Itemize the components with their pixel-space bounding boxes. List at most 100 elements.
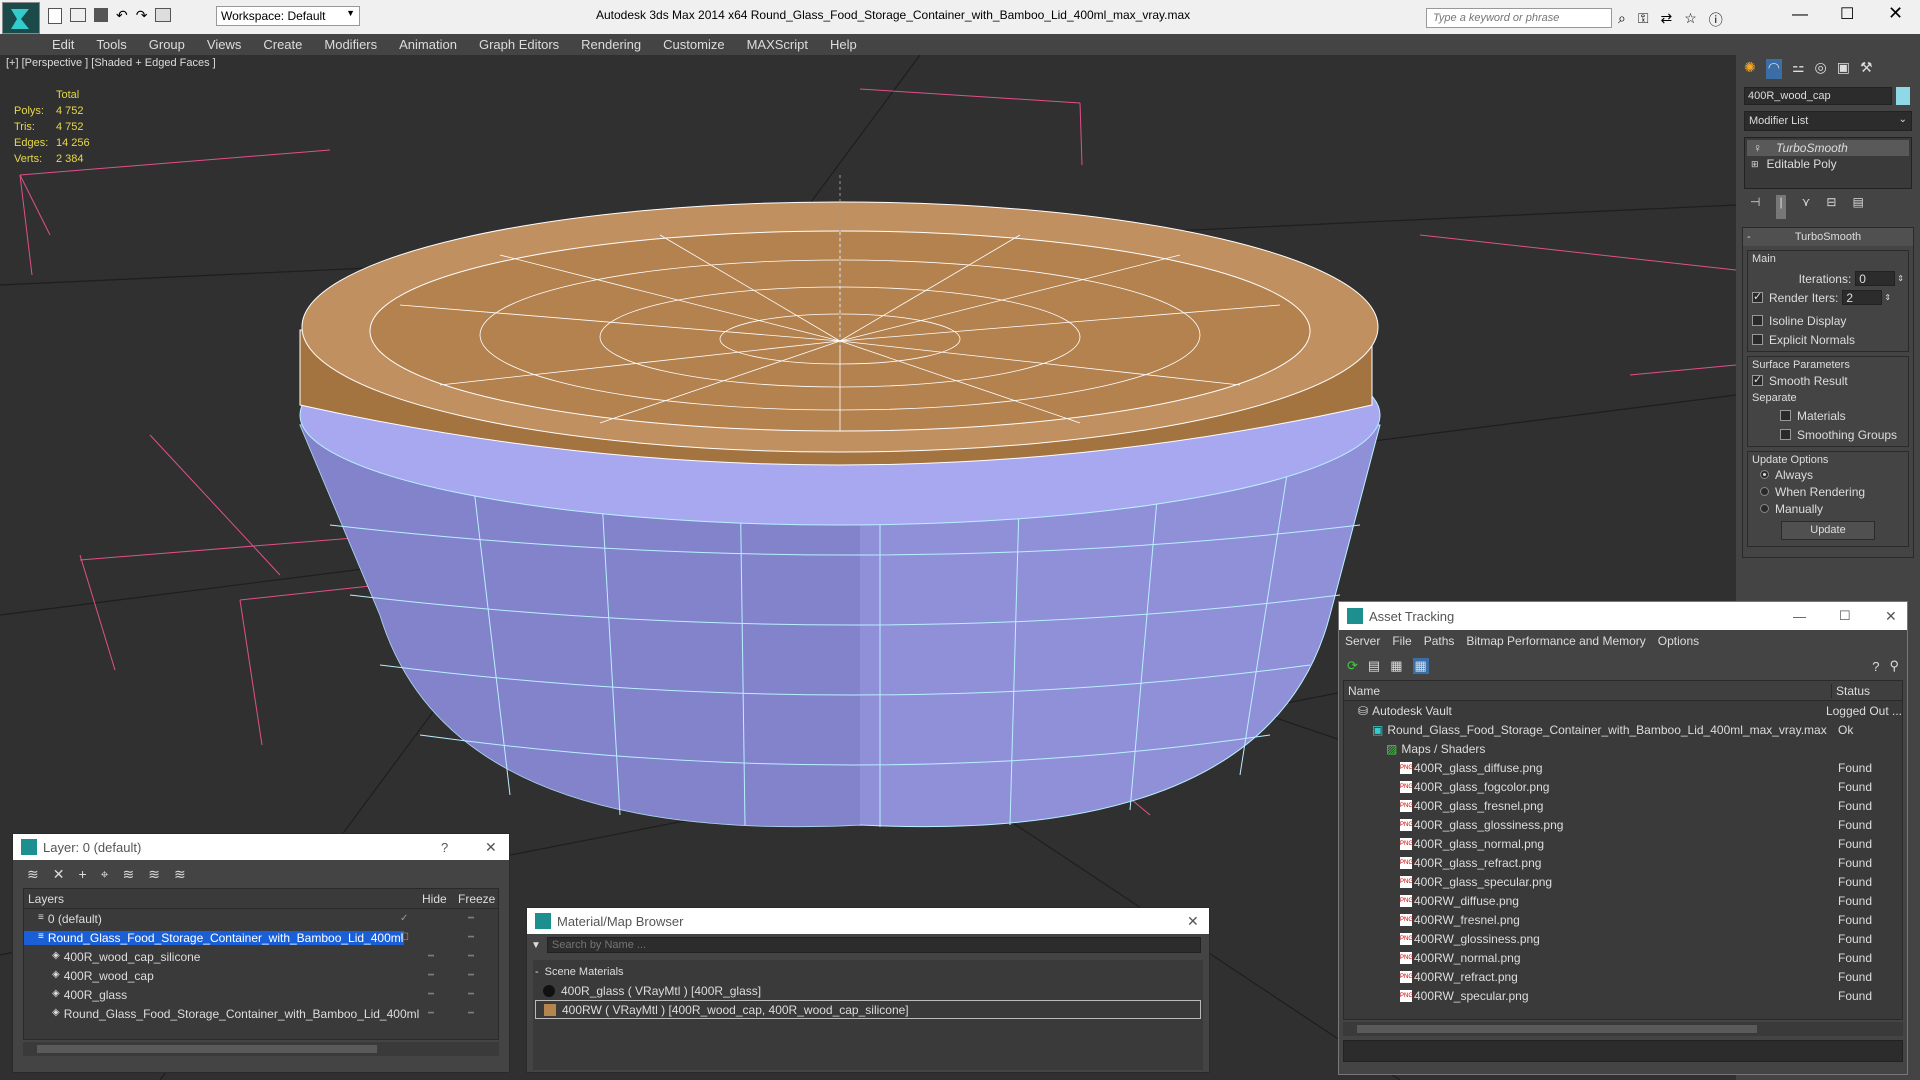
close-button[interactable]: ✕ xyxy=(1888,3,1903,24)
asset-row[interactable]: PNG 400R_glass_fresnel.png Found xyxy=(1344,796,1902,815)
layer-row[interactable]: ◈ 400R_glass ┅ ┅ xyxy=(24,985,498,1004)
layer-row[interactable]: ≡ 0 (default) ✓ ┅ xyxy=(24,909,498,928)
asset-row[interactable]: PNG 400RW_refract.png Found xyxy=(1344,967,1902,986)
layer-hscrollbar[interactable] xyxy=(23,1042,499,1056)
minimize-button[interactable]: — xyxy=(1793,609,1806,624)
add-selection-icon[interactable]: + xyxy=(78,866,86,882)
menu-item-create[interactable]: Create xyxy=(263,37,302,52)
project-folder-icon[interactable] xyxy=(155,8,172,22)
create-tab-icon[interactable]: ✺ xyxy=(1744,59,1756,79)
iterations-spinner[interactable]: 0 xyxy=(1855,271,1896,286)
freeze-toggle[interactable]: ┅ xyxy=(468,951,474,962)
close-icon[interactable]: ✕ xyxy=(485,839,497,856)
asset-menu-file[interactable]: File xyxy=(1392,634,1411,648)
minimize-button[interactable]: — xyxy=(1792,6,1808,24)
asset-row[interactable]: PNG 400RW_normal.png Found xyxy=(1344,948,1902,967)
asset-row[interactable]: PNG 400R_glass_fogcolor.png Found xyxy=(1344,777,1902,796)
asset-row[interactable]: PNG 400R_glass_normal.png Found xyxy=(1344,834,1902,853)
render-iters-spinner[interactable]: 2 xyxy=(1842,290,1883,305)
col-layers-header[interactable]: Layers xyxy=(24,892,422,906)
viewport-label[interactable]: [+] [Perspective ] [Shaded + Edged Faces… xyxy=(6,57,216,69)
asset-path-field[interactable] xyxy=(1343,1040,1903,1062)
asset-menu-paths[interactable]: Paths xyxy=(1424,634,1455,648)
smooth-result-checkbox[interactable] xyxy=(1752,373,1763,386)
pin-icon[interactable]: ⚲ xyxy=(1889,658,1899,674)
save-icon[interactable] xyxy=(94,8,108,22)
isoline-checkbox[interactable] xyxy=(1752,315,1763,326)
col-status-header[interactable]: Status xyxy=(1832,684,1870,698)
menu-item-help[interactable]: Help xyxy=(830,37,857,52)
layer-window-titlebar[interactable]: Layer: 0 (default) ? ✕ xyxy=(13,834,509,860)
options-chevron-icon[interactable]: ▼ xyxy=(531,940,541,951)
help-icon[interactable]: ? xyxy=(1872,659,1879,674)
redo-icon[interactable]: ↷ xyxy=(136,8,148,24)
object-name-field[interactable] xyxy=(1744,87,1892,105)
smoothing-groups-checkbox[interactable] xyxy=(1780,429,1791,440)
undo-icon[interactable]: ↶ xyxy=(116,8,128,24)
hide-toggle[interactable]: ☐ xyxy=(400,932,409,943)
refresh-icon[interactable]: ⟳ xyxy=(1347,658,1358,674)
menu-item-graph-editors[interactable]: Graph Editors xyxy=(479,37,559,52)
binoculars-icon[interactable]: ⌕ xyxy=(1618,10,1626,30)
col-hide-header[interactable]: Hide xyxy=(422,892,458,906)
delete-layer-icon[interactable]: ✕ xyxy=(53,866,65,883)
hide-toggle[interactable]: ✓ xyxy=(400,913,408,924)
asset-menu-bitmap-performance-and-memory[interactable]: Bitmap Performance and Memory xyxy=(1466,634,1645,648)
menu-item-views[interactable]: Views xyxy=(207,37,241,52)
close-icon[interactable]: ✕ xyxy=(1885,608,1897,625)
menu-item-customize[interactable]: Customize xyxy=(663,37,724,52)
new-layer-icon[interactable]: ≋ xyxy=(27,866,39,883)
display-tab-icon[interactable]: ▣ xyxy=(1837,59,1850,79)
menu-item-rendering[interactable]: Rendering xyxy=(581,37,641,52)
help-icon[interactable]: ⓘ xyxy=(1709,10,1723,30)
render-iters-checkbox[interactable] xyxy=(1752,290,1763,303)
pin-stack-icon[interactable]: ⊣ xyxy=(1750,195,1760,219)
col-freeze-header[interactable]: Freeze xyxy=(458,892,495,906)
spinner-arrows-icon[interactable]: ⇕ xyxy=(1897,274,1904,283)
stack-item-editable-poly[interactable]: ⊞ Editable Poly xyxy=(1747,156,1909,172)
hide-toggle[interactable]: ┅ xyxy=(428,1008,434,1019)
stack-item-turbosmooth[interactable]: ♀ TurboSmooth xyxy=(1747,140,1909,156)
make-unique-icon[interactable]: ⋎ xyxy=(1802,195,1811,219)
rollout-header[interactable]: - TurboSmooth xyxy=(1743,228,1913,246)
freeze-toggle[interactable]: ┅ xyxy=(468,913,474,924)
materials-checkbox[interactable] xyxy=(1780,410,1791,421)
spinner-arrows-icon[interactable]: ⇕ xyxy=(1884,293,1891,302)
asset-row[interactable]: PNG 400RW_diffuse.png Found xyxy=(1344,891,1902,910)
hide-toggle[interactable]: ┅ xyxy=(428,951,434,962)
asset-row[interactable]: PNG 400R_glass_diffuse.png Found xyxy=(1344,758,1902,777)
layer-row[interactable]: ≡ Round_Glass_Food_Storage_Container_with… xyxy=(24,928,498,947)
freeze-toggle[interactable]: ┅ xyxy=(468,970,474,981)
hide-all-icon[interactable]: ≋ xyxy=(148,866,160,883)
freeze-toggle[interactable]: ┅ xyxy=(468,1008,474,1019)
freeze-toggle[interactable]: ┅ xyxy=(468,989,474,1000)
help-button[interactable]: ? xyxy=(441,840,448,855)
material-item[interactable]: 400RW ( VRayMtl ) [400R_wood_cap, 400R_w… xyxy=(535,1000,1201,1019)
hide-toggle[interactable]: ┅ xyxy=(428,970,434,981)
material-browser-titlebar[interactable]: Material/Map Browser ✕ xyxy=(527,908,1209,934)
new-file-icon[interactable] xyxy=(48,8,62,24)
app-logo[interactable] xyxy=(2,2,40,34)
menu-item-maxscript[interactable]: MAXScript xyxy=(747,37,808,52)
configure-sets-icon[interactable]: ▤ xyxy=(1852,195,1863,219)
explicit-normals-checkbox[interactable] xyxy=(1752,334,1763,345)
workspace-dropdown[interactable]: Workspace: Default ▼ xyxy=(216,6,360,26)
show-end-result-icon[interactable]: | xyxy=(1776,195,1786,219)
modify-tab-icon[interactable]: ◠ xyxy=(1765,59,1782,79)
utilities-tab-icon[interactable]: ⚒ xyxy=(1860,59,1873,79)
asset-menu-server[interactable]: Server xyxy=(1345,634,1380,648)
asset-row[interactable]: PNG 400R_glass_specular.png Found xyxy=(1344,872,1902,891)
maximize-button[interactable]: ☐ xyxy=(1839,608,1851,624)
highlight-layer-icon[interactable]: ≋ xyxy=(123,866,135,883)
layer-row[interactable]: ◈ 400R_wood_cap_silicone ┅ ┅ xyxy=(24,947,498,966)
menu-item-modifiers[interactable]: Modifiers xyxy=(324,37,377,52)
material-search-input[interactable] xyxy=(546,937,1201,953)
asset-row[interactable]: ▣ Round_Glass_Food_Storage_Container_with… xyxy=(1344,720,1902,739)
exchange-icon[interactable]: ⇄ xyxy=(1661,10,1673,30)
material-item[interactable]: 400R_glass ( VRayMtl ) [400R_glass] xyxy=(535,981,1201,1000)
always-radio[interactable] xyxy=(1760,470,1769,479)
asset-row[interactable]: PNG 400RW_fresnel.png Found xyxy=(1344,910,1902,929)
manually-radio[interactable] xyxy=(1760,504,1769,513)
update-button[interactable]: Update xyxy=(1781,521,1875,540)
modifier-list-dropdown[interactable]: Modifier List ⌄ xyxy=(1744,111,1912,131)
